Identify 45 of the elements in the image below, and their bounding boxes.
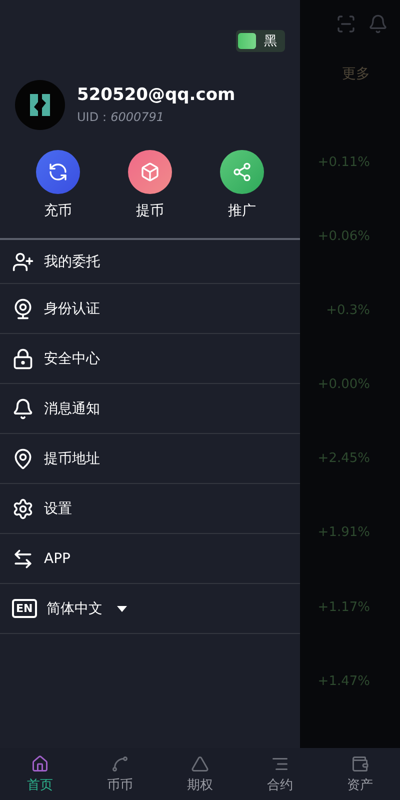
share-icon [232, 162, 252, 182]
bell-icon[interactable] [368, 14, 388, 34]
menu-item[interactable]: 我的委托 [0, 240, 300, 284]
user-email: 520520@qq.com [77, 84, 236, 104]
change-percent: +0.00% [318, 377, 370, 394]
map-pin-icon [12, 448, 34, 470]
menu-label: 简体中文 [46, 600, 103, 618]
menu-item[interactable]: EN 简体中文 [0, 584, 300, 634]
user-uid: UID：6000791 [77, 108, 166, 126]
settings-icon [12, 498, 34, 520]
menu-item[interactable]: 设置 [0, 484, 300, 534]
change-percent: +0.3% [326, 302, 370, 320]
triangle-icon [191, 754, 209, 772]
menu-label: 我的委托 [44, 252, 100, 270]
change-percent: +2.45% [318, 451, 370, 468]
menu-label: 设置 [44, 500, 72, 518]
avatar-logo-icon [15, 80, 65, 130]
nav-tab[interactable]: 期权 [160, 748, 240, 800]
cube-icon [140, 162, 160, 182]
change-percent: +1.17% [318, 600, 370, 617]
nav-tab[interactable]: 币币 [80, 748, 160, 800]
menu-label: 身份认证 [44, 300, 100, 318]
bell-icon [12, 398, 34, 420]
refresh-icon [48, 162, 68, 182]
swap-arrows-icon [12, 548, 34, 570]
scan-icon[interactable] [336, 14, 356, 34]
change-percent: +1.47% [318, 674, 370, 691]
spline-icon [111, 754, 129, 772]
change-percent: +1.91% [318, 525, 370, 542]
nav-tab[interactable]: 资产 [320, 748, 400, 800]
language-badge: EN [12, 599, 37, 618]
change-percent: +0.11% [318, 154, 370, 172]
user-plus-icon [12, 250, 34, 272]
theme-toggle[interactable]: 黑 [236, 30, 285, 52]
menu-label: 安全中心 [44, 350, 100, 368]
nav-tab[interactable]: 合约 [240, 748, 320, 800]
change-percent: +0.06% [318, 228, 370, 246]
wallet-icon [351, 754, 369, 772]
lock-icon [12, 348, 34, 370]
menu-label: 提币地址 [44, 450, 100, 468]
menu-label: APP [44, 550, 70, 566]
menu-label: 消息通知 [44, 400, 100, 418]
house-icon [31, 754, 49, 772]
webcam-icon [12, 298, 34, 320]
nav-tab[interactable]: 首页 [0, 748, 80, 800]
